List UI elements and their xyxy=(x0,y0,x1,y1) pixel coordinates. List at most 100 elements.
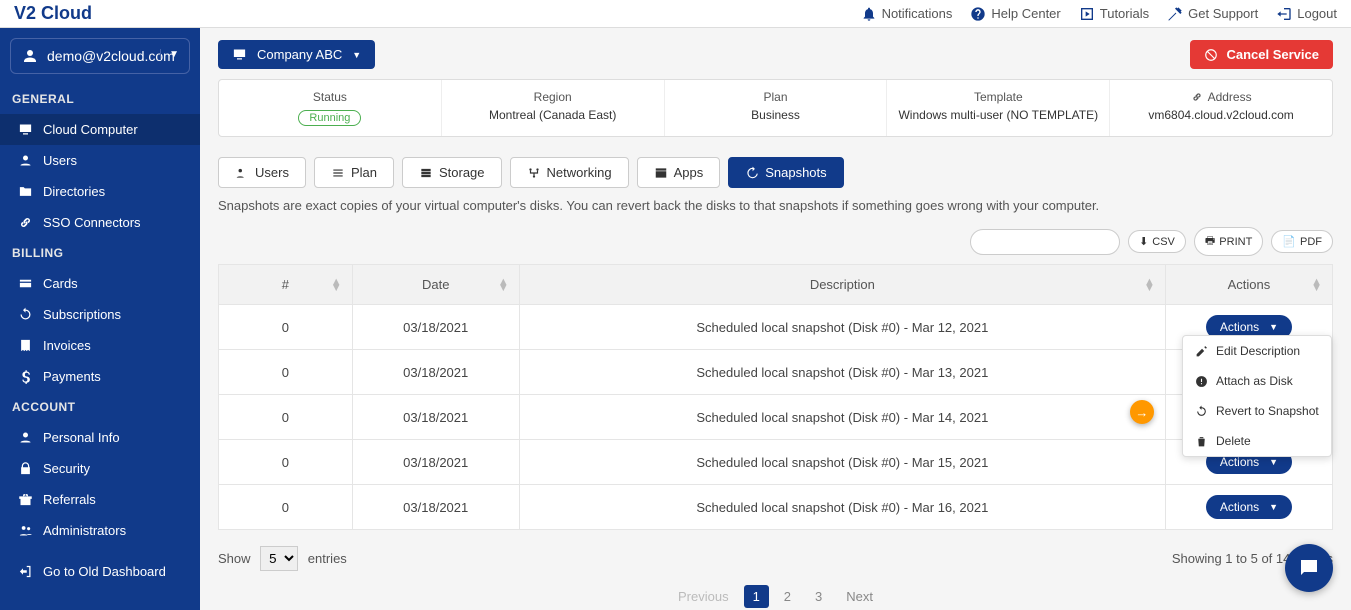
sidebar-item-old-dashboard[interactable]: Go to Old Dashboard xyxy=(0,556,200,587)
cell-num: 0 xyxy=(219,305,353,350)
chat-icon xyxy=(1297,556,1321,580)
export-csv-button[interactable]: ⬇CSV xyxy=(1128,230,1186,253)
region-value: Montreal (Canada East) xyxy=(450,108,656,122)
actions-button[interactable]: Actions▼ xyxy=(1206,495,1292,519)
print-button[interactable]: 🖶PRINT xyxy=(1194,227,1263,256)
cell-date: 03/18/2021 xyxy=(352,350,519,395)
storage-icon xyxy=(419,166,433,180)
tab-users[interactable]: Users xyxy=(218,157,306,188)
download-icon: ⬇ xyxy=(1139,235,1148,248)
sidebar-item-sso[interactable]: SSO Connectors xyxy=(0,207,200,238)
tab-apps[interactable]: Apps xyxy=(637,157,721,188)
page-2[interactable]: 2 xyxy=(775,585,800,608)
cell-date: 03/18/2021 xyxy=(352,305,519,350)
sidebar-item-admins[interactable]: Administrators xyxy=(0,515,200,546)
page-next[interactable]: Next xyxy=(837,585,882,608)
page-prev[interactable]: Previous xyxy=(669,585,738,608)
user-icon xyxy=(18,153,33,168)
caret-down-icon: ▼ xyxy=(352,50,361,60)
users-icon xyxy=(18,523,33,538)
col-date[interactable]: Date▲▼ xyxy=(352,265,519,305)
help-center-link[interactable]: Help Center xyxy=(970,6,1060,22)
cell-description: Scheduled local snapshot (Disk #0) - Mar… xyxy=(519,350,1165,395)
notifications-label: Notifications xyxy=(882,6,953,21)
users-icon xyxy=(235,166,249,180)
exit-icon xyxy=(18,564,33,579)
cell-num: 0 xyxy=(219,485,353,530)
template-label: Template xyxy=(895,90,1101,104)
sidebar-item-invoices[interactable]: Invoices xyxy=(0,330,200,361)
page-3[interactable]: 3 xyxy=(806,585,831,608)
sidebar-item-security[interactable]: Security xyxy=(0,453,200,484)
cell-num: 0 xyxy=(219,440,353,485)
block-icon xyxy=(1204,48,1218,62)
dropdown-item-attach-as-disk[interactable]: Attach as Disk xyxy=(1183,366,1331,396)
page-size-select[interactable]: 5 xyxy=(260,546,298,571)
info-panel: Status Running Region Montreal (Canada E… xyxy=(218,79,1333,137)
notifications-link[interactable]: Notifications xyxy=(861,6,953,22)
sort-icon: ▲▼ xyxy=(331,279,342,291)
help-icon xyxy=(970,6,986,22)
table-row: 003/18/2021Scheduled local snapshot (Dis… xyxy=(219,350,1333,395)
sidebar-item-cloud-computer[interactable]: Cloud Computer xyxy=(0,114,200,145)
sidebar-item-payments[interactable]: Payments xyxy=(0,361,200,392)
export-pdf-button[interactable]: 📄PDF xyxy=(1271,230,1333,253)
dropdown-item-revert-to-snapshot[interactable]: Revert to Snapshot xyxy=(1183,396,1331,426)
sidebar-item-label: Subscriptions xyxy=(43,307,121,322)
user-dropdown[interactable]: demo@v2cloud.com ▼ xyxy=(10,38,190,74)
actions-dropdown: Edit DescriptionAttach as DiskRevert to … xyxy=(1182,335,1332,457)
cell-date: 03/18/2021 xyxy=(352,440,519,485)
template-value: Windows multi-user (NO TEMPLATE) xyxy=(895,108,1101,122)
cancel-label: Cancel Service xyxy=(1226,47,1319,62)
history-icon xyxy=(745,166,759,180)
get-support-link[interactable]: Get Support xyxy=(1167,6,1258,22)
logout-link[interactable]: Logout xyxy=(1276,6,1337,22)
cell-description: Scheduled local snapshot (Disk #0) - Mar… xyxy=(519,305,1165,350)
company-name: Company ABC xyxy=(257,47,342,62)
page-1[interactable]: 1 xyxy=(744,585,769,608)
sidebar-item-subscriptions[interactable]: Subscriptions xyxy=(0,299,200,330)
company-dropdown[interactable]: Company ABC ▼ xyxy=(218,40,375,69)
refresh-icon xyxy=(18,307,33,322)
sort-icon: ▲▼ xyxy=(498,279,509,291)
link-icon xyxy=(18,215,33,230)
sidebar-item-directories[interactable]: Directories xyxy=(0,176,200,207)
cell-description: Scheduled local snapshot (Disk #0) - Mar… xyxy=(519,440,1165,485)
col-description[interactable]: Description▲▼ xyxy=(519,265,1165,305)
dropdown-item-delete[interactable]: Delete xyxy=(1183,426,1331,456)
sidebar-item-label: Invoices xyxy=(43,338,91,353)
sidebar-heading-account: ACCOUNT xyxy=(0,392,200,422)
support-label: Get Support xyxy=(1188,6,1258,21)
sidebar-item-personal[interactable]: Personal Info xyxy=(0,422,200,453)
col-num[interactable]: #▲▼ xyxy=(219,265,353,305)
list-icon xyxy=(331,166,345,180)
tab-storage[interactable]: Storage xyxy=(402,157,502,188)
cell-num: 0 xyxy=(219,350,353,395)
chat-widget[interactable] xyxy=(1285,544,1333,592)
tutorials-link[interactable]: Tutorials xyxy=(1079,6,1149,22)
sidebar-item-label: Go to Old Dashboard xyxy=(43,564,166,579)
sidebar-item-cards[interactable]: Cards xyxy=(0,268,200,299)
col-actions[interactable]: Actions▲▼ xyxy=(1165,265,1332,305)
sidebar-item-referrals[interactable]: Referrals xyxy=(0,484,200,515)
logo[interactable]: V2 Cloud xyxy=(14,3,92,24)
gift-icon xyxy=(18,492,33,507)
tab-snapshots[interactable]: Snapshots xyxy=(728,157,843,188)
monitor-icon xyxy=(232,47,247,62)
caret-down-icon: ▼ xyxy=(1269,502,1278,512)
caret-down-icon: ▼ xyxy=(1269,457,1278,467)
search-input[interactable] xyxy=(970,229,1120,255)
tour-indicator: → xyxy=(1130,400,1154,424)
tab-networking[interactable]: Networking xyxy=(510,157,629,188)
dropdown-item-edit-description[interactable]: Edit Description xyxy=(1183,336,1331,366)
cell-description: Scheduled local snapshot (Disk #0) - Mar… xyxy=(519,395,1165,440)
tab-plan[interactable]: Plan xyxy=(314,157,394,188)
tools-icon xyxy=(1167,6,1183,22)
cell-description: Scheduled local snapshot (Disk #0) - Mar… xyxy=(519,485,1165,530)
cancel-service-button[interactable]: Cancel Service xyxy=(1190,40,1333,69)
sort-icon: ▲▼ xyxy=(1144,279,1155,291)
show-label: Show xyxy=(218,551,251,566)
entries-label: entries xyxy=(308,551,347,566)
sidebar-item-users[interactable]: Users xyxy=(0,145,200,176)
window-icon xyxy=(654,166,668,180)
